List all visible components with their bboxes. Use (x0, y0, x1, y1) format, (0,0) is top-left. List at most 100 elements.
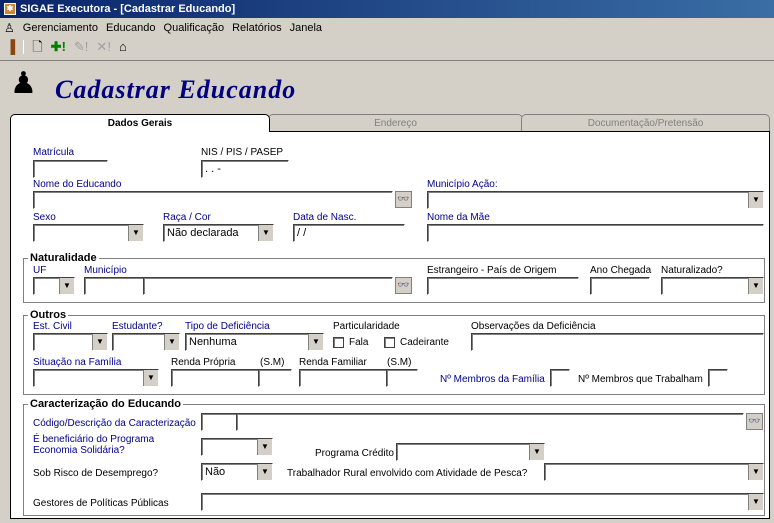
chevron-down-icon[interactable]: ▼ (529, 444, 544, 460)
renda-familiar-unit: (S.M) (387, 357, 412, 368)
tab-strip: Dados Gerais Endereço Documentação/Prete… (10, 114, 770, 132)
chevron-down-icon[interactable]: ▼ (257, 439, 272, 455)
search-caracterizacao-binoculars-icon[interactable]: 👓 (746, 413, 763, 430)
municipio-acao-label: Município Ação: (427, 179, 498, 190)
risco-desemprego-value: Não (205, 466, 226, 478)
membros-familia-label: Nº Membros da Família (440, 374, 545, 385)
cadeirante-checkbox[interactable] (384, 337, 395, 348)
new-document-icon[interactable]: 🗋 (32, 39, 42, 55)
form-panel: Matrícula NIS / PIS / PASEP . . - Nome d… (10, 131, 770, 519)
codigo-caracterizacao-code-input[interactable] (201, 413, 237, 431)
menu-qualificacao[interactable]: Qualificação (164, 22, 225, 34)
fala-checkbox[interactable] (333, 337, 344, 348)
codigo-caracterizacao-input[interactable] (236, 413, 744, 431)
tipo-deficiencia-label: Tipo de Deficiência (185, 321, 270, 332)
chevron-down-icon[interactable]: ▼ (748, 494, 763, 510)
tipo-deficiencia-value: Nenhuma (189, 336, 237, 348)
chevron-down-icon[interactable]: ▼ (92, 334, 107, 350)
membros-familia-input[interactable] (550, 369, 570, 387)
data-nasc-label: Data de Nasc. (293, 212, 357, 223)
trabalhador-rural-select[interactable]: ▼ (544, 463, 764, 481)
estrangeiro-input[interactable] (427, 277, 579, 295)
app-icon: ✱ (4, 3, 16, 15)
naturalizado-label: Naturalizado? (661, 265, 723, 276)
municipio-input[interactable] (143, 277, 393, 295)
ano-chegada-label: Ano Chegada (590, 265, 652, 276)
situacao-familia-select[interactable]: ▼ (33, 369, 159, 387)
menu-janela[interactable]: Janela (290, 22, 322, 34)
add-record-icon[interactable]: ✚! (51, 39, 66, 55)
toolbar: ▐ 🗋 ✚! ✎! ✕! ⌂ (0, 37, 774, 57)
uf-label: UF (33, 265, 47, 276)
window-title: SIGAE Executora - [Cadastrar Educando] (20, 3, 236, 15)
trabalhador-rural-label: Trabalhador Rural envolvido com Atividad… (287, 468, 528, 479)
gestores-select[interactable]: ▼ (201, 493, 764, 511)
cadeirante-label: Cadeirante (400, 337, 449, 348)
chevron-down-icon[interactable]: ▼ (748, 192, 763, 208)
chevron-down-icon[interactable]: ▼ (164, 334, 179, 350)
search-municipio-binoculars-icon[interactable]: 👓 (395, 277, 412, 294)
estudante-label: Estudante? (112, 321, 163, 332)
nome-mae-label: Nome da Mãe (427, 212, 490, 223)
beneficiario-label-line2: Economia Solidária? (33, 445, 125, 456)
menu-educando[interactable]: Educando (106, 22, 156, 34)
edit-record-icon[interactable]: ✎! (74, 39, 89, 55)
est-civil-select[interactable]: ▼ (33, 333, 108, 351)
risco-desemprego-select[interactable]: Não ▼ (201, 463, 273, 481)
programa-credito-select[interactable]: ▼ (396, 443, 545, 461)
naturalizado-select[interactable]: ▼ (661, 277, 764, 295)
menu-gerenciamento[interactable]: Gerenciamento (23, 22, 98, 34)
programa-credito-label: Programa Crédito (315, 448, 394, 459)
form-header: ♟ Cadastrar Educando (0, 60, 774, 110)
menu-relatorios[interactable]: Relatórios (232, 22, 282, 34)
chevron-down-icon[interactable]: ▼ (257, 464, 272, 480)
renda-propria-sm-input[interactable] (258, 369, 292, 387)
matricula-label: Matrícula (33, 147, 75, 158)
person-menu-icon[interactable]: ♙ (4, 21, 15, 35)
chevron-down-icon[interactable]: ▼ (128, 225, 143, 241)
search-nome-binoculars-icon[interactable]: 👓 (395, 191, 412, 208)
estrangeiro-label: Estrangeiro - País de Origem (427, 265, 557, 276)
raca-select[interactable]: Não declarada ▼ (163, 224, 274, 242)
data-nasc-input[interactable]: / / (293, 224, 405, 242)
obs-deficiencia-label: Observações da Deficiência (471, 321, 596, 332)
beneficiario-select[interactable]: ▼ (201, 438, 273, 456)
toolbar-separator (23, 40, 25, 54)
tab-dados-gerais[interactable]: Dados Gerais (10, 114, 270, 132)
renda-familiar-input[interactable] (299, 369, 387, 387)
tab-documentacao-pretensao[interactable]: Documentação/Pretensão (521, 114, 770, 132)
sexo-select[interactable]: ▼ (33, 224, 144, 242)
chevron-down-icon[interactable]: ▼ (258, 225, 273, 241)
raca-value: Não declarada (167, 227, 239, 239)
tab-endereco[interactable]: Endereço (268, 114, 523, 132)
title-bar: ✱ SIGAE Executora - [Cadastrar Educando] (0, 0, 774, 18)
fala-label: Fala (349, 337, 369, 348)
delete-record-icon[interactable]: ✕! (96, 39, 111, 55)
chevron-down-icon[interactable]: ▼ (748, 278, 763, 294)
ano-chegada-input[interactable] (590, 277, 650, 295)
matricula-input[interactable] (33, 160, 108, 178)
nome-educando-input[interactable] (33, 191, 393, 209)
renda-familiar-sm-input[interactable] (386, 369, 418, 387)
chevron-down-icon[interactable]: ▼ (59, 278, 74, 294)
uf-select[interactable]: ▼ (33, 277, 75, 295)
nome-mae-input[interactable] (427, 224, 764, 242)
obs-deficiencia-input[interactable] (471, 333, 764, 351)
naturalidade-title: Naturalidade (28, 252, 99, 264)
chevron-down-icon[interactable]: ▼ (308, 334, 323, 350)
exit-door-icon[interactable]: ▐ (6, 39, 15, 55)
estudante-select[interactable]: ▼ (112, 333, 180, 351)
municipio-acao-select[interactable]: ▼ (427, 191, 764, 209)
renda-propria-input[interactable] (171, 369, 259, 387)
municipio-label: Município (84, 265, 127, 276)
renda-propria-label: Renda Própria (171, 357, 236, 368)
chevron-down-icon[interactable]: ▼ (748, 464, 763, 480)
clear-eraser-icon[interactable]: ⌂ (119, 39, 127, 55)
tipo-deficiencia-select[interactable]: Nenhuma ▼ (185, 333, 324, 351)
membros-trabalham-input[interactable] (708, 369, 728, 387)
nis-input[interactable]: . . - (201, 160, 289, 178)
chevron-down-icon[interactable]: ▼ (143, 370, 158, 386)
municipio-code-input[interactable] (84, 277, 144, 295)
est-civil-label: Est. Civil (33, 321, 72, 332)
raca-label: Raça / Cor (163, 212, 211, 223)
